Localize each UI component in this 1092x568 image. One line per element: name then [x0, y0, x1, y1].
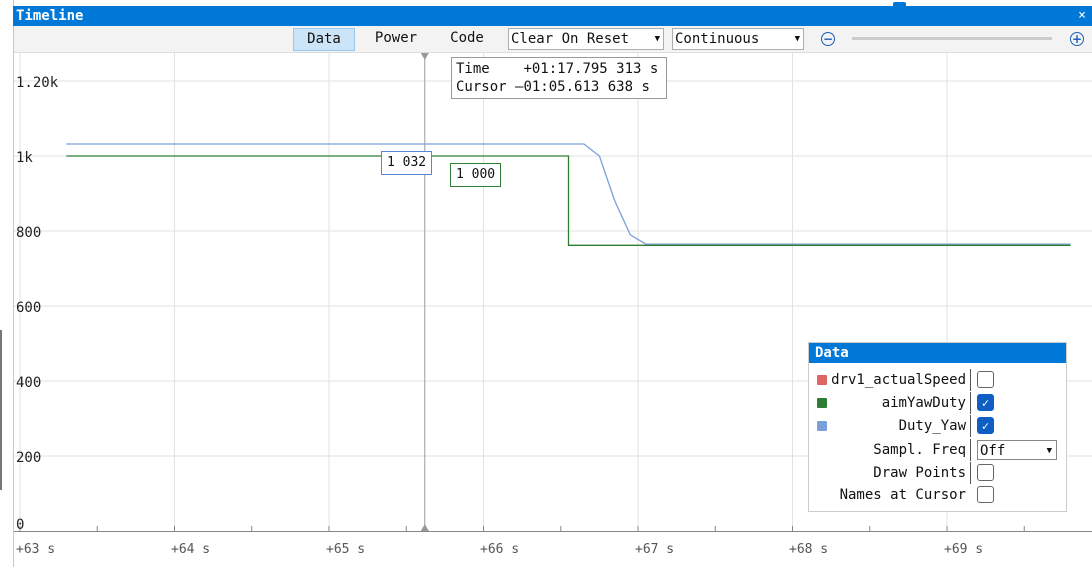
- tab-data[interactable]: Data: [293, 28, 355, 51]
- series-row-duty-yaw: Duty_Yaw ✓: [809, 415, 1066, 437]
- series-visibility-checkbox[interactable]: ✓: [977, 417, 994, 434]
- zoom-in-icon[interactable]: +: [1070, 32, 1084, 46]
- left-edge: [0, 0, 14, 567]
- divider: [970, 369, 971, 391]
- series-row-drv1-actualspeed: drv1_actualSpeed: [809, 369, 1066, 391]
- duty-yaw-value-label: 1 032: [381, 151, 433, 175]
- cursor-label: Cursor: [456, 79, 507, 95]
- x-tick-label: +63 s: [16, 542, 56, 557]
- data-panel: Data drv1_actualSpeed aimYawDuty ✓ Duty_…: [808, 342, 1067, 512]
- chevron-down-icon: ▼: [1046, 446, 1052, 456]
- names-at-cursor-label: Names at Cursor: [839, 487, 966, 503]
- splitter-handle[interactable]: [0, 330, 2, 490]
- zoom-out-icon[interactable]: −: [821, 32, 835, 46]
- y-tick-label: 800: [16, 225, 42, 241]
- tab-power[interactable]: Power: [366, 28, 426, 49]
- series-label: aimYawDuty: [881, 395, 966, 411]
- divider: [970, 415, 971, 437]
- close-icon[interactable]: ×: [1078, 6, 1086, 26]
- y-tick-label: 200: [16, 450, 42, 466]
- series-color-swatch: [817, 375, 827, 385]
- cursor-tooltip: Time +01:17.795 313 s Cursor –01:05.613 …: [451, 57, 667, 99]
- x-tick-label: +66 s: [480, 542, 520, 557]
- reset-mode-value: Clear On Reset: [511, 31, 630, 47]
- draw-points-row: Draw Points: [809, 462, 1066, 484]
- cursor-top-marker: [420, 53, 429, 60]
- y-tick-label: 400: [16, 375, 42, 391]
- names-at-cursor-row: Names at Cursor: [809, 484, 1066, 506]
- timeline-title-bar: Timeline ×: [13, 6, 1092, 26]
- names-at-cursor-checkbox[interactable]: [977, 486, 994, 503]
- draw-points-label: Draw Points: [873, 465, 966, 481]
- x-tick-label: +69 s: [944, 542, 984, 557]
- x-tick-label: +65 s: [326, 542, 366, 557]
- series-label: Duty_Yaw: [898, 418, 966, 434]
- series-visibility-checkbox[interactable]: ✓: [977, 394, 994, 411]
- cursor-bottom-marker: [420, 524, 429, 531]
- x-tick-label: +64 s: [171, 542, 211, 557]
- run-mode-select[interactable]: Continuous ▼: [672, 28, 804, 50]
- y-tick-label: 600: [16, 300, 42, 316]
- x-tick-label: +68 s: [789, 542, 829, 557]
- cursor-value: –01:05.613 638 s: [515, 79, 650, 95]
- y-tick-label: 1k: [16, 150, 33, 166]
- divider: [970, 462, 971, 484]
- toolbar: Data Power Code Clear On Reset ▼ Continuo…: [14, 26, 1092, 53]
- window-title: Timeline: [16, 8, 84, 24]
- x-axis: +63 s +64 s +65 s +66 s +67 s +68 s +69 …: [14, 531, 1092, 568]
- sample-freq-value: Off: [980, 443, 1006, 459]
- sample-freq-select[interactable]: Off ▼: [977, 440, 1057, 460]
- reset-mode-select[interactable]: Clear On Reset ▼: [508, 28, 664, 50]
- time-label: Time: [456, 61, 490, 77]
- chevron-down-icon: ▼: [794, 34, 800, 44]
- run-mode-value: Continuous: [675, 31, 760, 47]
- data-panel-title: Data: [815, 345, 849, 361]
- y-tick-label: 1.20k: [16, 75, 59, 91]
- series-line-aimyawduty: [66, 155, 1071, 246]
- series-visibility-checkbox[interactable]: [977, 371, 994, 388]
- tab-code[interactable]: Code: [439, 28, 495, 49]
- x-tick-label: +67 s: [635, 542, 675, 557]
- zoom-slider-track[interactable]: [852, 37, 1052, 40]
- series-color-swatch: [817, 421, 827, 431]
- aim-yaw-duty-value-label: 1 000: [450, 163, 502, 187]
- divider: [970, 439, 971, 461]
- sample-freq-label: Sampl. Freq: [873, 442, 966, 458]
- zoom-slider-thumb[interactable]: [893, 2, 906, 22]
- chevron-down-icon: ▼: [654, 34, 660, 44]
- series-row-aimyawduty: aimYawDuty ✓: [809, 392, 1066, 414]
- series-color-swatch: [817, 398, 827, 408]
- sample-freq-row: Sampl. Freq Off ▼: [809, 439, 1066, 461]
- draw-points-checkbox[interactable]: [977, 464, 994, 481]
- divider: [970, 392, 971, 414]
- series-label: drv1_actualSpeed: [831, 372, 966, 388]
- data-panel-header: Data: [809, 343, 1066, 363]
- time-value: +01:17.795 313 s: [523, 61, 659, 77]
